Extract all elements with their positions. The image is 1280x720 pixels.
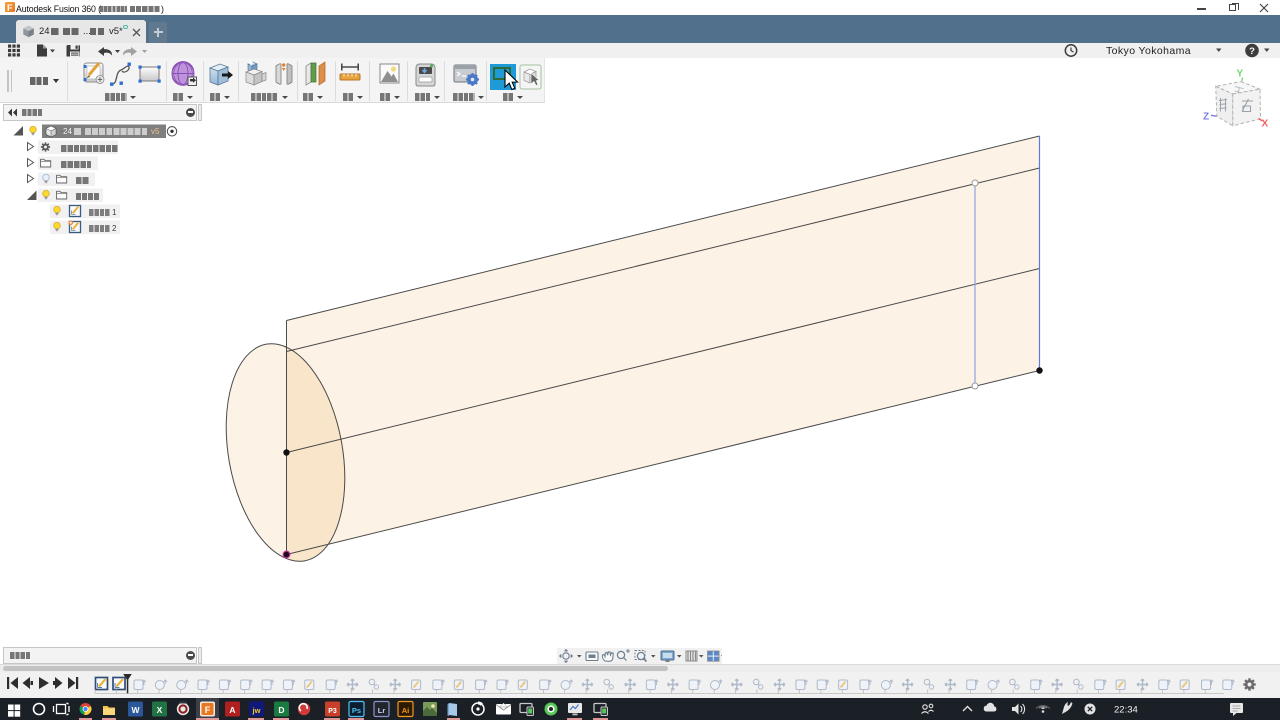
svg-text:F: F: [205, 705, 211, 715]
svg-text:Z: Z: [1203, 112, 1209, 123]
svg-text:jw: jw: [252, 706, 261, 715]
svg-text:X: X: [157, 705, 163, 715]
svg-text:22:34: 22:34: [1114, 705, 1138, 716]
svg-text:X: X: [1262, 119, 1269, 130]
svg-text:W: W: [131, 705, 140, 715]
svg-text:D: D: [278, 705, 284, 715]
svg-text:Ps: Ps: [352, 706, 361, 715]
svg-text:Lr: Lr: [378, 706, 386, 715]
svg-text:P3: P3: [328, 708, 337, 715]
svg-text:A: A: [229, 705, 235, 715]
svg-text:Ai: Ai: [402, 706, 410, 715]
